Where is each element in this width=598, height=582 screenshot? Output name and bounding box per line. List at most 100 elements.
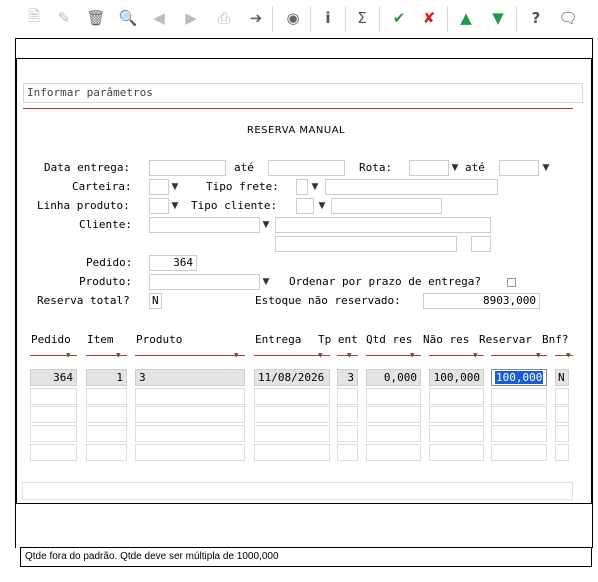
rota-to-input[interactable] — [499, 160, 539, 176]
empty-cell[interactable] — [135, 388, 245, 405]
sort-icon[interactable]: ▼ — [234, 352, 239, 359]
down-icon[interactable]: ▼ — [486, 6, 510, 30]
next-icon[interactable]: ▶ — [179, 6, 203, 30]
cliente-input[interactable] — [149, 217, 260, 233]
empty-cell[interactable] — [30, 406, 77, 423]
empty-cell[interactable] — [366, 388, 421, 405]
cell-item[interactable]: 1 — [86, 369, 127, 386]
tipo-cliente-input[interactable] — [296, 198, 314, 214]
col-header-pedido[interactable]: Pedido — [31, 333, 71, 346]
cancel-icon[interactable]: ✘ — [417, 6, 441, 30]
sort-icon[interactable]: ▼ — [66, 352, 71, 359]
empty-cell[interactable] — [30, 444, 77, 461]
trash-icon[interactable]: 🗑 — [84, 6, 108, 30]
up-icon[interactable]: ▲ — [454, 6, 478, 30]
prev-icon[interactable]: ◀ — [147, 6, 171, 30]
sort-icon[interactable]: ▼ — [347, 352, 352, 359]
empty-cell[interactable] — [366, 444, 421, 461]
cell-reservar-value[interactable]: 100,000 — [495, 371, 544, 384]
col-header-item[interactable]: Item — [87, 333, 114, 346]
data-entrega-to-input[interactable] — [268, 160, 345, 176]
search-icon[interactable]: 🔍 — [116, 6, 140, 30]
col-header-qtd-res[interactable]: Qtd res — [366, 333, 412, 346]
col-header-tp-ent[interactable]: Tp ent — [318, 333, 358, 346]
empty-cell[interactable] — [337, 406, 358, 423]
edit-icon[interactable]: ✎ — [52, 6, 76, 30]
cell-bnf[interactable]: N — [555, 369, 569, 386]
cell-pedido[interactable]: 364 — [30, 369, 77, 386]
col-header-produto[interactable]: Produto — [136, 333, 182, 346]
produto-input[interactable] — [149, 274, 260, 290]
rota-from-dropdown-icon[interactable]: ▼ — [450, 162, 460, 174]
sort-icon[interactable]: ▼ — [116, 352, 121, 359]
cell-nao-res[interactable]: 100,000 — [429, 369, 484, 386]
empty-cell[interactable] — [30, 425, 77, 442]
empty-cell[interactable] — [135, 444, 245, 461]
tipo-cliente-dropdown-icon[interactable]: ▼ — [317, 200, 327, 212]
empty-cell[interactable] — [555, 406, 569, 423]
linha-produto-input[interactable] — [149, 198, 169, 214]
carteira-dropdown-icon[interactable]: ▼ — [170, 181, 180, 193]
carteira-input[interactable] — [149, 179, 169, 195]
empty-cell[interactable] — [429, 388, 484, 405]
empty-cell[interactable] — [86, 425, 127, 442]
print-icon[interactable]: ⎙ — [212, 6, 236, 30]
cell-produto[interactable]: 3 — [135, 369, 245, 386]
empty-cell[interactable] — [135, 425, 245, 442]
empty-cell[interactable] — [366, 425, 421, 442]
empty-cell[interactable] — [491, 406, 547, 423]
data-entrega-from-input[interactable] — [149, 160, 226, 176]
empty-cell[interactable] — [429, 425, 484, 442]
col-header-entrega[interactable]: Entrega — [255, 333, 301, 346]
empty-cell[interactable] — [491, 425, 547, 442]
binoculars-icon[interactable]: ◉ — [281, 6, 305, 30]
params-bar[interactable]: Informar parâmetros — [23, 83, 583, 103]
sort-icon[interactable]: ▼ — [318, 352, 323, 359]
empty-cell[interactable] — [491, 444, 547, 461]
export-icon[interactable]: ➜ — [244, 6, 268, 30]
empty-cell[interactable] — [86, 444, 127, 461]
empty-cell[interactable] — [337, 388, 358, 405]
cell-tp-ent[interactable]: 3 — [337, 369, 358, 386]
empty-cell[interactable] — [86, 388, 127, 405]
ordenar-checkbox[interactable] — [507, 278, 516, 287]
info-icon[interactable]: i — [316, 6, 340, 30]
empty-cell[interactable] — [491, 388, 547, 405]
empty-cell[interactable] — [135, 406, 245, 423]
tipo-frete-dropdown-icon[interactable]: ▼ — [310, 181, 320, 193]
pedido-input[interactable]: 364 — [149, 255, 197, 271]
help-icon[interactable]: ? — [524, 6, 548, 30]
cell-qtd-res[interactable]: 0,000 — [366, 369, 421, 386]
rota-to-dropdown-icon[interactable]: ▼ — [541, 162, 551, 174]
produto-dropdown-icon[interactable]: ▼ — [261, 276, 271, 288]
sort-icon[interactable]: ▼ — [536, 352, 541, 359]
reserva-total-input[interactable]: N — [149, 293, 162, 309]
sum-icon[interactable]: Σ — [350, 6, 374, 30]
empty-cell[interactable] — [555, 425, 569, 442]
col-header-bnf[interactable]: Bnf? — [542, 333, 569, 346]
col-header-nao-res[interactable]: Não res — [423, 333, 469, 346]
empty-cell[interactable] — [30, 388, 77, 405]
sort-icon[interactable]: ▼ — [410, 352, 415, 359]
empty-cell[interactable] — [429, 406, 484, 423]
rota-from-input[interactable] — [409, 160, 449, 176]
linha-produto-dropdown-icon[interactable]: ▼ — [170, 200, 180, 212]
cliente-dropdown-icon[interactable]: ▼ — [261, 219, 271, 231]
empty-cell[interactable] — [254, 406, 330, 423]
empty-cell[interactable] — [254, 388, 330, 405]
empty-cell[interactable] — [254, 425, 330, 442]
empty-cell[interactable] — [555, 388, 569, 405]
scroll-bar[interactable] — [22, 482, 573, 500]
sort-icon[interactable]: ▼ — [473, 352, 478, 359]
new-doc-icon[interactable]: 🗎 — [22, 6, 46, 30]
cell-entrega[interactable]: 11/08/2026 — [254, 369, 330, 386]
empty-cell[interactable] — [86, 406, 127, 423]
tipo-frete-input[interactable] — [296, 179, 308, 195]
empty-cell[interactable] — [337, 425, 358, 442]
confirm-icon[interactable]: ✔ — [387, 6, 411, 30]
col-header-reservar[interactable]: Reservar — [479, 333, 532, 346]
chat-icon[interactable]: 🗨 — [556, 6, 580, 30]
empty-cell[interactable] — [366, 406, 421, 423]
empty-cell[interactable] — [555, 444, 569, 461]
empty-cell[interactable] — [337, 444, 358, 461]
